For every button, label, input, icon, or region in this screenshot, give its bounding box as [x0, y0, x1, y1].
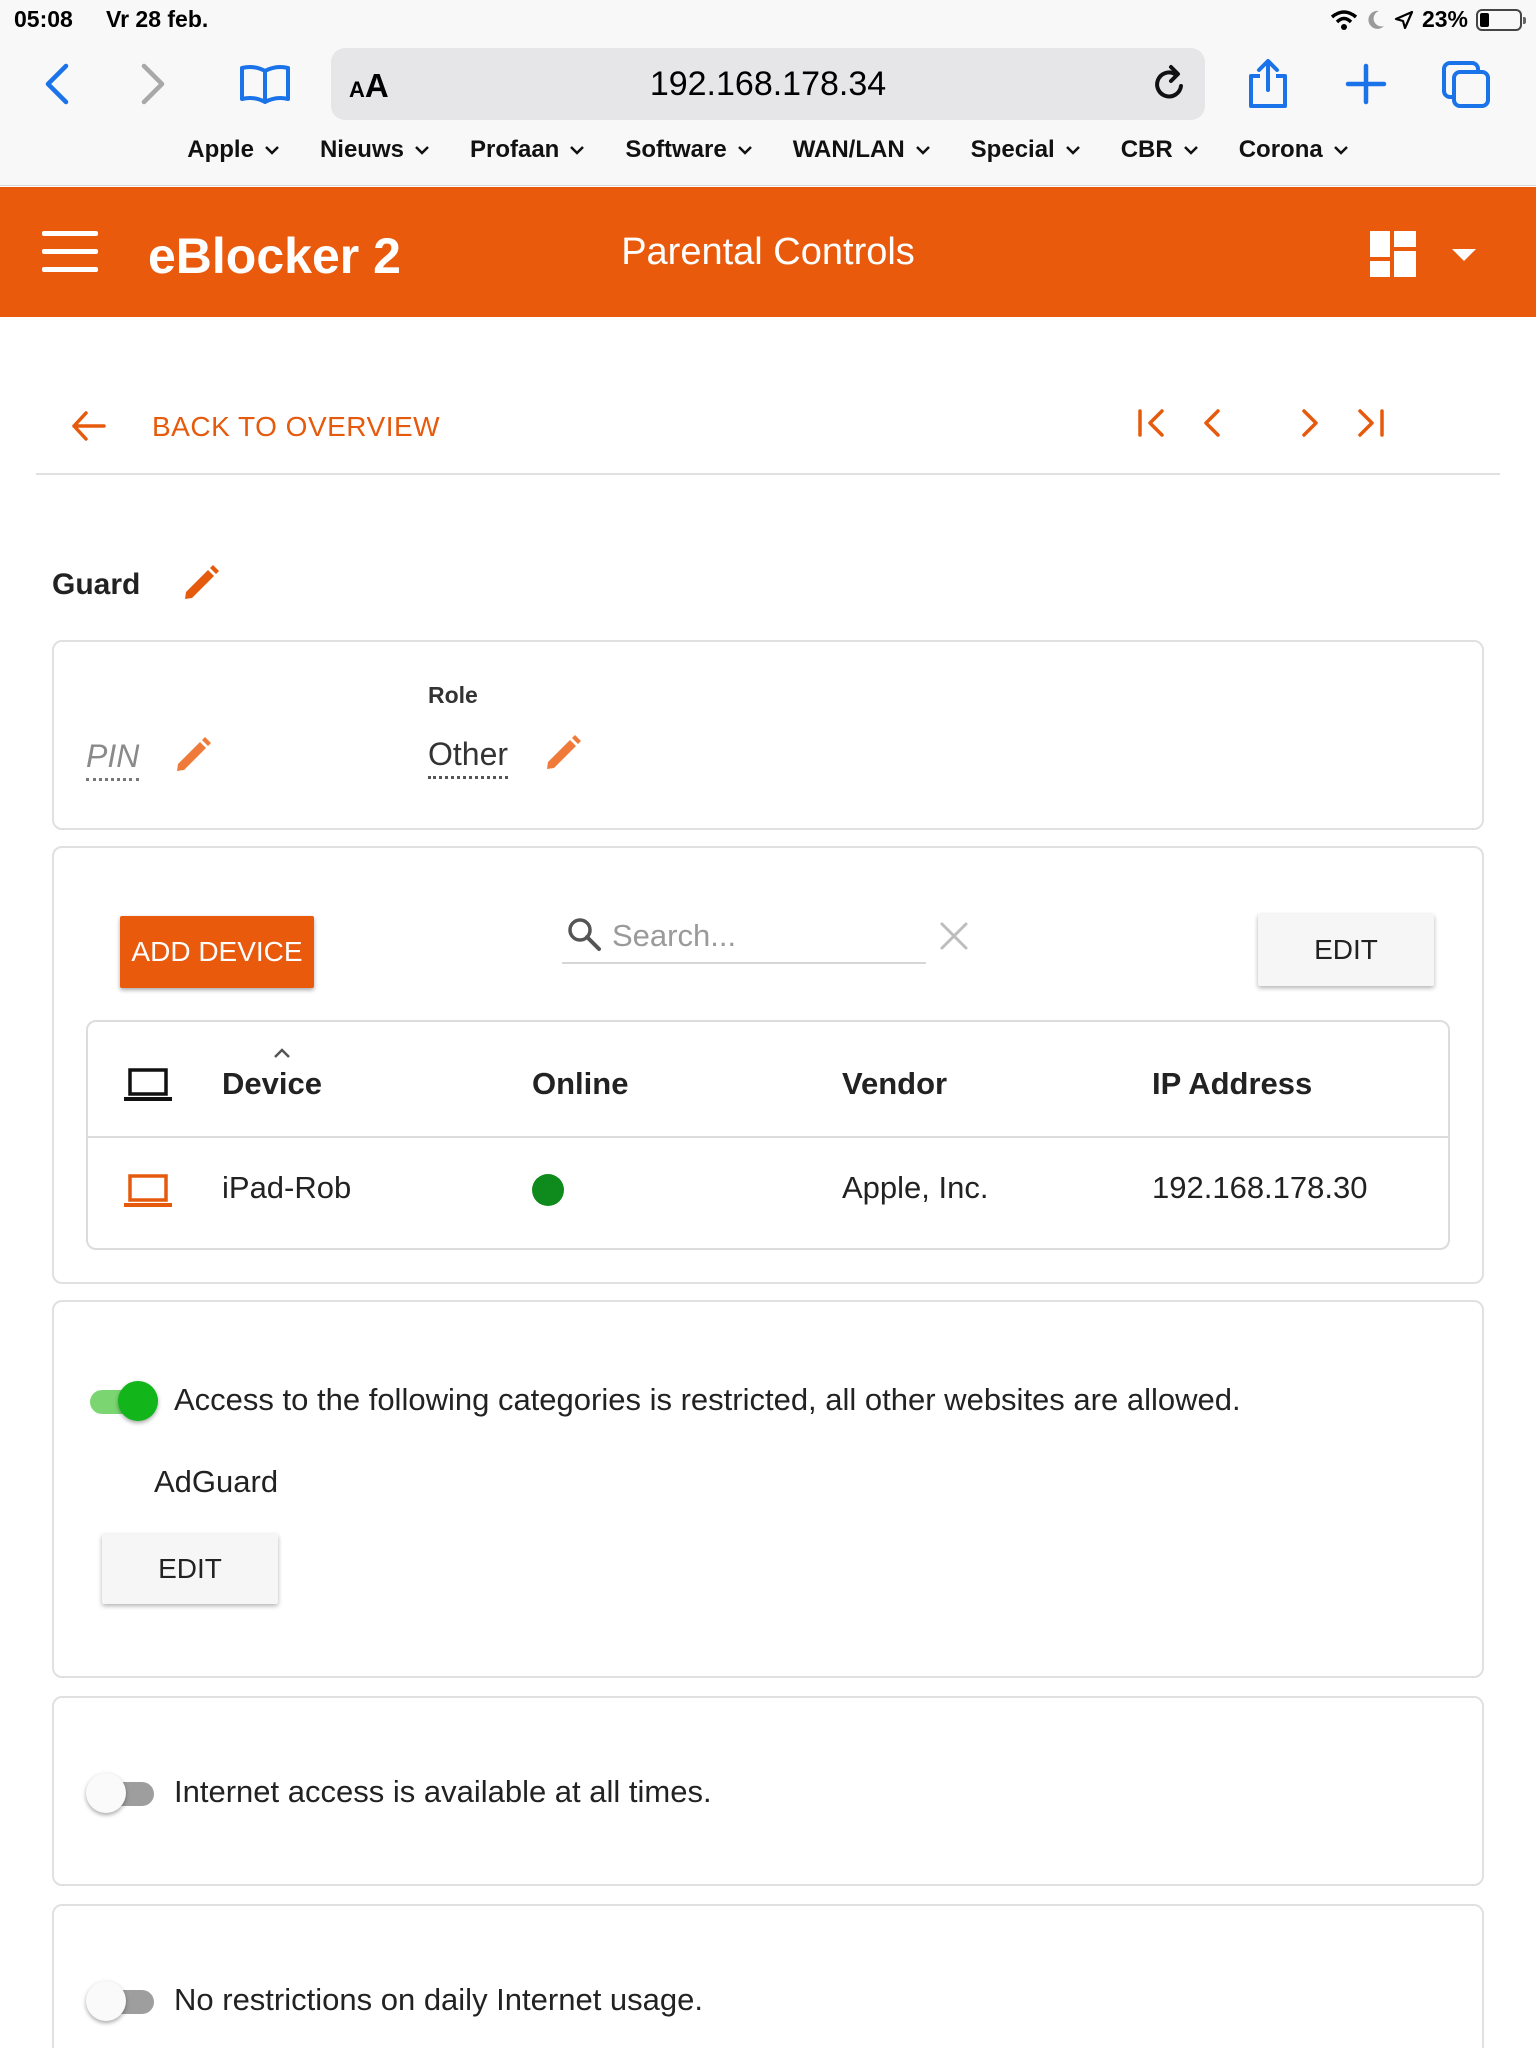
bookmark-folder-nieuws[interactable]: Nieuws	[320, 136, 430, 164]
pin-field[interactable]: PIN	[86, 738, 140, 781]
chevron-down-icon	[915, 146, 930, 155]
vendor-cell: Apple, Inc.	[842, 1170, 989, 1205]
chevron-left-icon	[45, 63, 69, 105]
chevron-down-icon	[1065, 146, 1080, 155]
last-page-icon[interactable]	[1352, 405, 1388, 441]
edit-devices-button[interactable]: EDIT	[1258, 914, 1434, 986]
edit-pin-pencil-icon[interactable]	[172, 734, 214, 776]
profile-settings-card: PIN Role Other	[52, 640, 1484, 830]
dashboard-icon[interactable]	[1370, 231, 1416, 277]
tabs-overview-button[interactable]	[1438, 56, 1494, 112]
add-device-button[interactable]: ADD DEVICE	[120, 916, 314, 988]
address-url[interactable]: 192.168.178.34	[331, 65, 1205, 104]
share-button[interactable]	[1242, 56, 1294, 112]
chevron-down-icon	[737, 146, 752, 155]
app-header: eBlocker 2 Parental Controls	[0, 187, 1536, 317]
time-access-toggle[interactable]	[86, 1770, 158, 1816]
status-bar: 05:08 Vr 28 feb. 23%	[14, 6, 1526, 36]
edit-role-pencil-icon[interactable]	[542, 732, 584, 774]
devices-card: ADD DEVICE Search... EDIT Device Online …	[52, 846, 1484, 1284]
battery-icon	[1476, 8, 1526, 31]
next-page-icon[interactable]	[1292, 405, 1328, 441]
tabs-icon	[1442, 61, 1490, 108]
column-device[interactable]: Device	[222, 1066, 322, 1102]
bookmark-folder-cbr[interactable]: CBR	[1121, 136, 1199, 164]
battery-percent: 23%	[1421, 6, 1468, 32]
restrictions-toggle[interactable]	[86, 1378, 158, 1424]
online-status-dot	[532, 1174, 564, 1206]
location-icon	[1394, 10, 1414, 29]
arrow-left-icon[interactable]	[70, 407, 108, 445]
clear-search-icon[interactable]	[938, 920, 970, 952]
book-icon	[240, 65, 290, 104]
search-icon	[568, 918, 601, 951]
daily-usage-description: No restrictions on daily Internet usage.	[174, 1982, 703, 2017]
chevron-down-icon	[415, 146, 429, 155]
chevron-down-icon	[265, 146, 279, 155]
daily-usage-toggle[interactable]	[86, 1978, 158, 2024]
bookmarks-button[interactable]	[236, 60, 294, 108]
reload-icon[interactable]	[1147, 62, 1191, 106]
chevron-down-icon	[1183, 146, 1198, 155]
search-input[interactable]: Search...	[612, 918, 736, 954]
bookmark-folder-special[interactable]: Special	[971, 136, 1081, 164]
bookmark-folder-apple[interactable]: Apple	[187, 136, 280, 164]
dashboard-dropdown-caret[interactable]	[1452, 249, 1476, 261]
edit-restrictions-button[interactable]: EDIT	[102, 1534, 278, 1604]
daily-usage-card: No restrictions on daily Internet usage.	[52, 1904, 1484, 2048]
role-caption: Role	[428, 682, 478, 708]
time-access-card: Internet access is available at all time…	[52, 1696, 1484, 1886]
moon-icon	[1368, 10, 1384, 29]
chevron-down-icon	[570, 146, 585, 155]
browser-back-button[interactable]	[36, 60, 76, 108]
column-ip-address[interactable]: IP Address	[1152, 1066, 1312, 1102]
browser-chrome: 05:08 Vr 28 feb. 23% AA 192.168.178.34 A…	[0, 0, 1536, 186]
ip-address-cell: 192.168.178.30	[1152, 1170, 1368, 1205]
bookmark-folder-profaan[interactable]: Profaan	[470, 136, 585, 164]
status-time: 05:08	[14, 6, 73, 32]
laptop-icon	[124, 1068, 172, 1101]
column-online[interactable]: Online	[532, 1066, 628, 1102]
bookmark-folder-software[interactable]: Software	[625, 136, 752, 164]
profile-name: Guard	[52, 568, 141, 601]
status-right: 23%	[1330, 6, 1526, 33]
share-icon	[1249, 59, 1287, 108]
table-header: Device Online Vendor IP Address	[88, 1022, 1448, 1138]
chevron-down-icon	[1333, 146, 1348, 155]
new-tab-button[interactable]	[1340, 58, 1392, 110]
devices-table: Device Online Vendor IP Address iPad-Rob…	[86, 1020, 1450, 1250]
edit-name-pencil-icon[interactable]	[180, 562, 222, 604]
laptop-icon	[124, 1174, 172, 1207]
bookmark-folder-wanlan[interactable]: WAN/LAN	[793, 136, 931, 164]
address-bar[interactable]: AA 192.168.178.34	[331, 48, 1205, 120]
role-field[interactable]: Other	[428, 736, 509, 779]
plus-icon	[1345, 63, 1387, 105]
navigation-row: BACK TO OVERVIEW	[36, 375, 1500, 475]
previous-page-icon[interactable]	[1194, 405, 1230, 441]
back-to-overview-link[interactable]: BACK TO OVERVIEW	[152, 411, 440, 443]
category-restrictions-card: Access to the following categories is re…	[52, 1300, 1484, 1678]
browser-forward-button[interactable]	[134, 60, 174, 108]
device-search[interactable]: Search...	[562, 906, 926, 964]
column-vendor[interactable]: Vendor	[842, 1066, 947, 1102]
restrictions-description: Access to the following categories is re…	[174, 1382, 1241, 1417]
time-access-description: Internet access is available at all time…	[174, 1774, 712, 1809]
sort-ascending-icon[interactable]	[272, 1046, 292, 1060]
device-name-cell: iPad-Rob	[222, 1170, 352, 1205]
restricted-category: AdGuard	[154, 1464, 279, 1499]
page-title: Parental Controls	[621, 231, 915, 273]
favorites-bar: Apple Nieuws Profaan Software WAN/LAN Sp…	[0, 136, 1536, 164]
wifi-icon	[1330, 9, 1358, 30]
chevron-right-icon	[141, 63, 165, 105]
bookmark-folder-corona[interactable]: Corona	[1239, 136, 1349, 164]
first-page-icon[interactable]	[1134, 405, 1170, 441]
status-date: Vr 28 feb.	[106, 6, 209, 32]
